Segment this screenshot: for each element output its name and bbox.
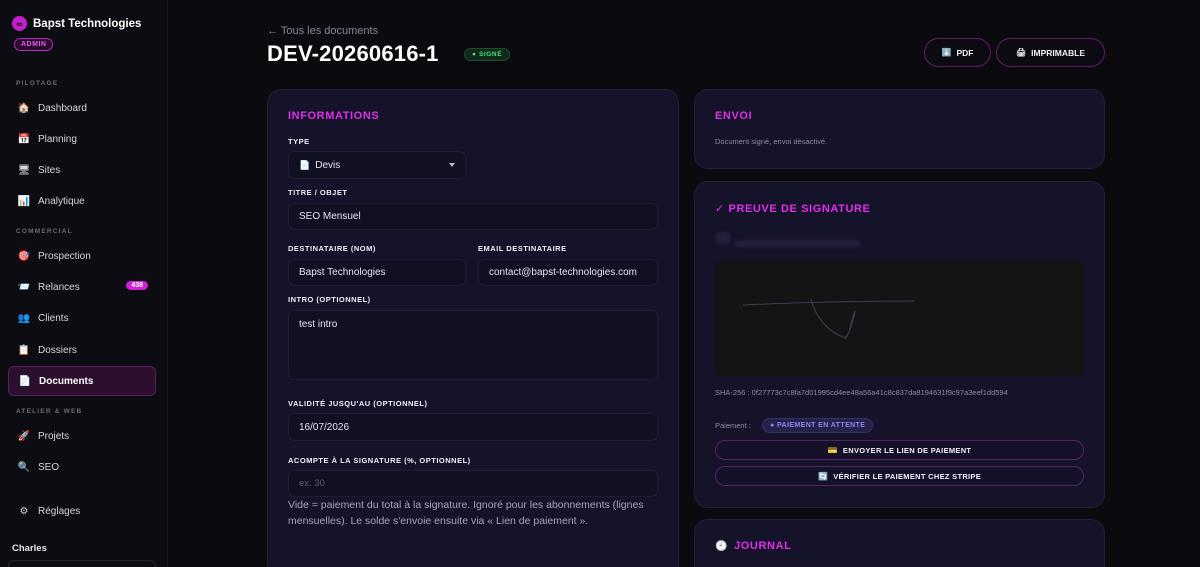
destinataire-label: DESTINATAIRE (NOM) [288,244,376,253]
destinataire-field[interactable]: Bapst Technologies [288,259,466,286]
acompte-label: ACOMPTE À LA SIGNATURE (%, OPTIONNEL) [288,456,471,465]
sidebar: ∞ Bapst Technologies ADMIN PILOTAGE 🏠 Da… [0,0,168,567]
signer-info-blurred [735,240,860,247]
email-label: EMAIL DESTINATAIRE [478,244,567,253]
verify-stripe-payment-button[interactable]: 🔄 VÉRIFIER LE PAIEMENT CHEZ STRIPE [715,466,1084,486]
titre-label: TITRE / OBJET [288,188,348,197]
document-icon: 📄 [299,159,311,170]
section-label-atelier: ATELIER & WEB [16,408,83,415]
sidebar-item-analytique[interactable]: 📊 Analytique [8,186,156,216]
clipboard-icon: 📋 [17,344,31,356]
sidebar-item-label: Dossiers [38,344,77,356]
section-label-pilotage: PILOTAGE [16,80,59,87]
sidebar-item-planning[interactable]: 📅 Planning [8,124,156,154]
journal-header: 🕘 JOURNAL [715,540,791,552]
printable-button[interactable]: 🖨 IMPRIMABLE [996,38,1105,67]
informations-title: INFORMATIONS [288,110,380,122]
sidebar-item-label: Planning [38,133,77,145]
printer-icon: 🖨 [1016,48,1027,57]
bar-chart-icon: 📊 [17,195,31,207]
rocket-icon: 🚀 [17,430,31,442]
type-value: Devis [315,159,341,171]
section-label-commercial: COMMERCIAL [16,228,73,235]
sidebar-item-clients[interactable]: 👥 Clients [8,303,156,333]
house-icon: 🏠 [17,102,31,114]
signature-image [715,261,1084,376]
intro-label: INTRO (OPTIONNEL) [288,295,371,304]
relances-count-badge: 438 [126,281,148,290]
preuve-signature-title: ✓ PREUVE DE SIGNATURE [715,203,871,215]
sidebar-item-seo[interactable]: 🔍 SEO [8,452,156,482]
send-payment-link-button[interactable]: 💳 ENVOYER LE LIEN DE PAIEMENT [715,440,1084,460]
back-link[interactable]: ← Tous les documents [267,25,378,37]
signer-avatar-blurred [716,232,730,244]
refresh-icon: 🔄 [817,471,829,481]
clock-icon: 🕘 [715,540,729,552]
sidebar-item-label: Sites [38,164,61,176]
magnifier-icon: 🔍 [17,461,31,473]
download-icon: ⬇️ [941,48,952,57]
sidebar-item-label: SEO [38,461,60,473]
sidebar-item-prospection[interactable]: 🎯 Prospection [8,241,156,271]
sidebar-item-projets[interactable]: 🚀 Projets [8,421,156,451]
brand-name: Bapst Technologies [33,17,142,30]
acompte-field[interactable]: ex. 30 [288,470,658,497]
validite-label: VALIDITÉ JUSQU'AU (OPTIONNEL) [288,399,428,408]
printable-button-label: IMPRIMABLE [1031,47,1085,58]
sha256-hash: SHA-256 : 0f27773c7c8fa7d01995cd4ee48a56… [715,388,1008,397]
validite-date-field[interactable]: 16/07/2026 [288,413,658,441]
status-label: SIGNÉ [478,51,503,58]
sidebar-item-label: Analytique [38,195,85,207]
sidebar-item-relances[interactable]: 📨 Relances 438 [8,272,156,302]
sidebar-item-label: Documents [39,375,94,387]
user-menu[interactable] [8,560,156,567]
email-field[interactable]: contact@bapst-technologies.com [478,259,658,286]
calendar-icon: 📅 [17,133,31,145]
sidebar-item-label: Clients [38,312,69,324]
envoi-title: ENVOI [715,110,753,122]
sidebar-item-label: Dashboard [38,102,87,114]
intro-textarea[interactable]: test intro [288,310,658,380]
envoi-status-text: Document signé, envoi désactivé. [715,137,828,146]
pdf-button-label: PDF [956,47,974,58]
payment-status-badge: ● PAIEMENT EN ATTENTE [762,418,874,433]
brand[interactable]: ∞ Bapst Technologies [12,16,141,31]
sidebar-item-dossiers[interactable]: 📋 Dossiers [8,335,156,365]
sidebar-item-sites[interactable]: 🖥 Sites [8,155,156,185]
sidebar-item-label: Réglages [38,505,81,517]
document-icon: 📄 [18,375,32,387]
gear-icon: ⚙ [19,505,29,517]
send-payment-link-label: ENVOYER LE LIEN DE PAIEMENT [842,445,972,455]
titre-field[interactable]: SEO Mensuel [288,203,658,230]
sidebar-item-documents[interactable]: 📄 Documents [8,366,156,396]
infinity-logo-icon: ∞ [12,16,27,31]
status-badge: ● SIGNÉ [464,48,511,61]
verify-stripe-label: VÉRIFIER LE PAIEMENT CHEZ STRIPE [833,471,982,481]
monitor-icon: 🖥 [17,164,31,176]
user-name: Charles [12,543,47,554]
signature-stroke [742,298,916,340]
acompte-help-text: Vide = paiement du total à la signature.… [288,499,644,527]
type-label: TYPE [288,137,310,146]
envelope-icon: 📨 [17,281,31,293]
sidebar-item-reglages[interactable]: ⚙ Réglages [8,496,156,526]
target-icon: 🎯 [17,250,31,262]
page-title: DEV-20260616-1 [267,41,439,66]
sidebar-item-dashboard[interactable]: 🏠 Dashboard [8,93,156,123]
envoi-card [694,89,1105,169]
pdf-button[interactable]: ⬇️ PDF [924,38,991,67]
payment-label: Paiement : [715,421,751,430]
role-badge: ADMIN [14,38,54,51]
journal-title: JOURNAL [734,540,792,552]
credit-card-icon: 💳 [827,445,838,455]
sidebar-item-label: Relances [38,281,80,293]
type-select[interactable]: 📄 Devis [288,151,466,179]
chevron-down-icon [449,163,455,167]
people-icon: 👥 [17,312,31,324]
sidebar-item-label: Prospection [38,250,91,262]
sidebar-item-label: Projets [38,430,70,442]
